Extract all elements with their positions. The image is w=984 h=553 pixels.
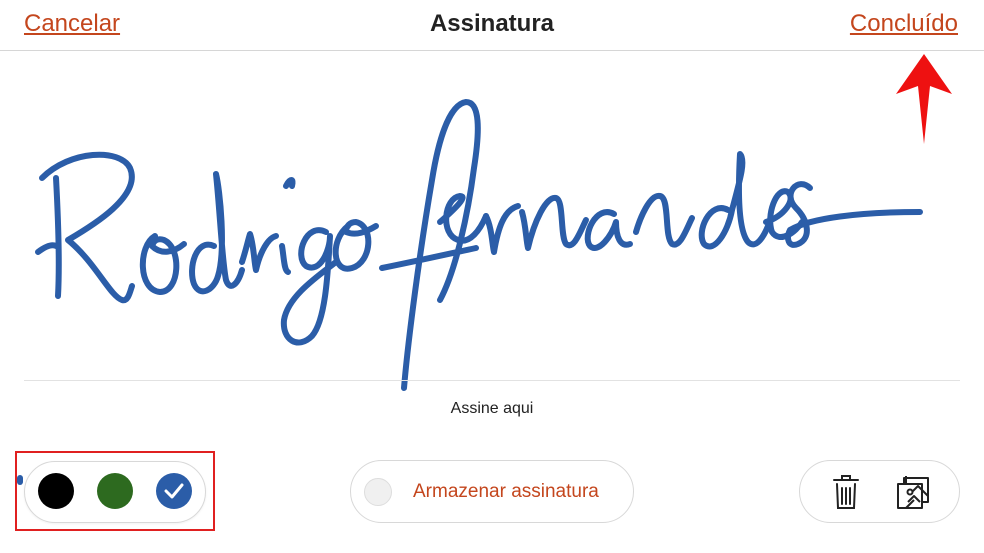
color-swatch-blue[interactable] bbox=[156, 473, 192, 509]
done-button[interactable]: Concluído bbox=[850, 10, 958, 38]
signature-canvas[interactable] bbox=[0, 51, 984, 401]
store-signature-label: Armazenar assinatura bbox=[413, 481, 599, 502]
color-swatch-green[interactable] bbox=[97, 473, 133, 509]
signature-baseline bbox=[24, 380, 960, 381]
trash-icon bbox=[833, 475, 859, 509]
store-signature-radio[interactable] bbox=[364, 478, 392, 506]
nav-bar: Cancelar Assinatura Concluído bbox=[0, 0, 984, 51]
signature-screen: Cancelar Assinatura Concluído Assine aqu… bbox=[0, 0, 984, 553]
image-gallery-icon bbox=[897, 476, 929, 509]
clear-signature-button[interactable] bbox=[826, 472, 866, 512]
signature-stroke bbox=[35, 99, 923, 391]
sign-here-label: Assine aqui bbox=[450, 400, 534, 417]
insert-image-button[interactable] bbox=[894, 472, 934, 512]
tools-group bbox=[799, 460, 960, 523]
page-title: Assinatura bbox=[429, 10, 555, 37]
color-swatch-black[interactable] bbox=[38, 473, 74, 509]
checkmark-icon bbox=[164, 483, 184, 499]
